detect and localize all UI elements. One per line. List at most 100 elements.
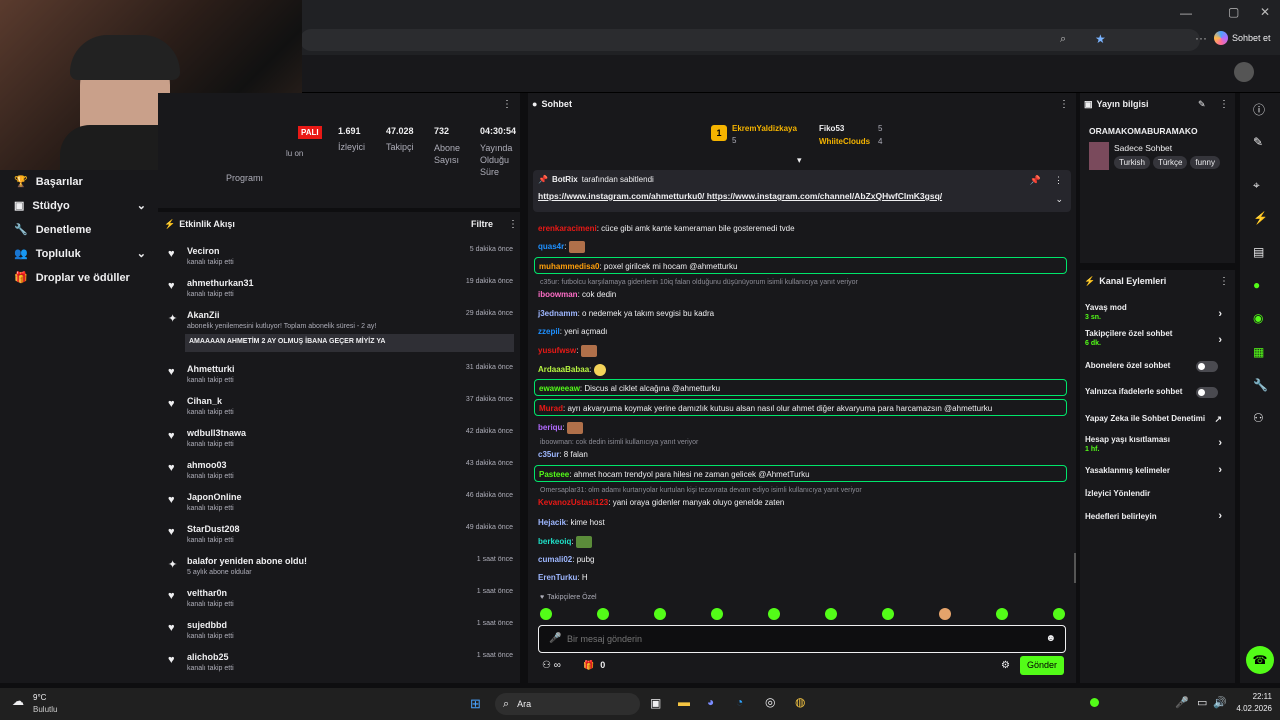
expand-icon[interactable]: ▾: [797, 155, 802, 166]
taskbar-search[interactable]: ⌕ Ara: [495, 693, 640, 715]
network-icon[interactable]: ▭: [1197, 696, 1207, 709]
top-gifter-count: 5: [732, 136, 737, 145]
microphone-icon[interactable]: 🎤: [1175, 696, 1189, 709]
clipboard-icon[interactable]: ▤: [1253, 245, 1264, 259]
send-button[interactable]: Gönder: [1020, 656, 1064, 675]
top-gifter-count: 4: [878, 137, 883, 146]
streamer-headset: [70, 35, 180, 80]
sidebar-item-studio[interactable]: ▣ Stüdyo ⌄: [14, 199, 146, 213]
emote-icon[interactable]: [768, 608, 780, 620]
chat-bubble-icon: ●: [532, 99, 538, 109]
emote-icon[interactable]: [882, 608, 894, 620]
trophy-icon: 🏆: [14, 176, 28, 188]
lightning-icon[interactable]: ⚡: [1253, 211, 1268, 225]
steam-icon[interactable]: ◎: [765, 695, 775, 709]
edit-icon[interactable]: ✎: [1198, 99, 1206, 110]
help-icon[interactable]: ☎: [1246, 646, 1274, 674]
more-icon[interactable]: ⋮: [502, 99, 512, 110]
community-icon[interactable]: ⚇: [1253, 411, 1264, 425]
chat-scrollbar[interactable]: [1074, 553, 1076, 583]
emote-icon[interactable]: [540, 608, 552, 620]
emote-icon: [575, 536, 592, 548]
emote-icon[interactable]: [711, 608, 723, 620]
discord-icon[interactable]: ◕: [707, 695, 714, 709]
edit-icon[interactable]: ✎: [1253, 135, 1263, 149]
chat-message: zzepil: yeni açmadı: [538, 327, 608, 336]
account-age-row[interactable]: Hesap yaşı kısıtlaması 1 hf. ›: [1085, 435, 1230, 453]
pin-icon[interactable]: 📌: [1030, 175, 1041, 186]
star-icon: ✦: [168, 313, 178, 325]
task-view-icon[interactable]: ▣: [650, 696, 661, 710]
heart-icon: ♥: [168, 248, 175, 260]
more-icon[interactable]: ⋮: [508, 219, 518, 230]
emote-icon[interactable]: [996, 608, 1008, 620]
layout-icon[interactable]: ▦: [1253, 345, 1264, 359]
emote-icon[interactable]: [654, 608, 666, 620]
slow-mode-row[interactable]: Yavaş mod 3 sn. ›: [1085, 303, 1230, 321]
weather-icon[interactable]: ☁: [12, 694, 24, 708]
top-gifter-name: WhiiteClouds: [819, 137, 871, 146]
avatar[interactable]: [1234, 62, 1254, 82]
chat-bubble-icon[interactable]: ●: [1253, 278, 1260, 292]
filter-button[interactable]: Filtre: [471, 219, 493, 229]
more-icon[interactable]: ⋮: [1219, 276, 1229, 287]
chat-message-mention: Pasteee: ahmet hocam trendyol para hiles…: [534, 465, 1067, 482]
chat-message: quas4r:: [538, 241, 585, 253]
emoji-icon[interactable]: ☻: [1045, 633, 1056, 644]
windows-start-icon[interactable]: ⊞: [470, 696, 481, 712]
chevron-down-icon[interactable]: ⌄: [1055, 194, 1063, 205]
stream-tags: Turkish Türkçe funny: [1114, 156, 1223, 169]
emote-icon[interactable]: [939, 608, 951, 620]
gift-icon: 🎁: [583, 660, 595, 670]
emotes-only-toggle[interactable]: [1196, 387, 1218, 398]
minimize-icon[interactable]: —: [1180, 6, 1192, 20]
goals-row[interactable]: Hedefleri belirleyin ›: [1085, 510, 1230, 522]
activity-item: ♥ ahmethurkan31 kanalı takip etti 19 dakika…: [168, 278, 513, 298]
clock-date[interactable]: 4.02.2026: [1222, 704, 1272, 713]
search-icon[interactable]: ⌕: [1060, 33, 1066, 46]
chat-input[interactable]: [567, 631, 1027, 647]
sidebar-item-drops[interactable]: 🎁 Droplar ve ödüller: [14, 271, 130, 285]
maximize-icon[interactable]: ▢: [1228, 5, 1239, 19]
close-icon[interactable]: ✕: [1260, 5, 1270, 19]
subscribers-only-toggle[interactable]: [1196, 361, 1218, 372]
more-icon[interactable]: ⋮: [1054, 175, 1063, 186]
emote-icon[interactable]: [1053, 608, 1065, 620]
broadcast-icon[interactable]: ◉: [1253, 311, 1263, 325]
emote-icon[interactable]: [825, 608, 837, 620]
edge-icon[interactable]: ◔: [736, 695, 743, 709]
star-icon: ✦: [168, 559, 178, 571]
raid-row[interactable]: İzleyici Yönlendir: [1085, 489, 1230, 498]
sidebar-item-community[interactable]: 👥 Topluluk ⌄: [14, 247, 146, 261]
points-display[interactable]: 🎁 0: [583, 660, 605, 671]
pinned-link[interactable]: https://www.instagram.com/ahmetturku0/ h…: [538, 191, 942, 201]
settings-icon[interactable]: ⚙: [1001, 660, 1010, 671]
ai-moderation-row[interactable]: Yapay Zeka ile Sohbet Denetimi ↗: [1085, 414, 1230, 424]
chat-message: KevanozUstasi123: yani oraya gidenler ma…: [538, 498, 785, 507]
activity-feed-panel: ⚡ Etkinlik Akışı Filtre ⋮ ♥ Veciron kanalı …: [158, 212, 520, 683]
target-icon[interactable]: ⌖: [1253, 178, 1260, 193]
emote-icon[interactable]: [597, 608, 609, 620]
chat-message: iboowman: cok dedin: [538, 290, 617, 299]
info-icon[interactable]: ⓘ: [1253, 101, 1265, 118]
more-icon[interactable]: ···: [1195, 31, 1207, 45]
microphone-icon[interactable]: 🎤: [549, 633, 561, 644]
activity-item: ♥ Cihan_k kanalı takip etti 37 dakika önce: [168, 396, 513, 416]
file-explorer-icon[interactable]: ▬: [678, 695, 690, 709]
favorite-star-icon[interactable]: ★: [1095, 32, 1106, 46]
heart-icon: ♥: [540, 594, 545, 601]
sidebar-item-achievements[interactable]: 🏆 Başarılar: [14, 175, 83, 189]
chrome-icon[interactable]: ◍: [795, 695, 805, 709]
banned-words-row[interactable]: Yasaklanmış kelimeler ›: [1085, 464, 1230, 476]
copilot-chat-button[interactable]: Sohbet et: [1214, 31, 1271, 45]
lightning-icon: ⚡: [164, 219, 176, 229]
more-icon[interactable]: ⋮: [1219, 99, 1229, 110]
tray-app-icon[interactable]: [1090, 698, 1099, 707]
more-icon[interactable]: ⋮: [1059, 99, 1069, 110]
clock-time[interactable]: 22:11: [1232, 692, 1272, 701]
community-icon[interactable]: ⚇ ∞: [542, 660, 561, 671]
followers-only-row[interactable]: Takipçilere özel sohbet 6 dk. ›: [1085, 329, 1230, 347]
sidebar-item-moderation[interactable]: 🔧 Denetleme: [14, 223, 91, 237]
chevron-right-icon: ›: [1218, 334, 1222, 346]
wrench-icon[interactable]: 🔧: [1253, 378, 1268, 392]
